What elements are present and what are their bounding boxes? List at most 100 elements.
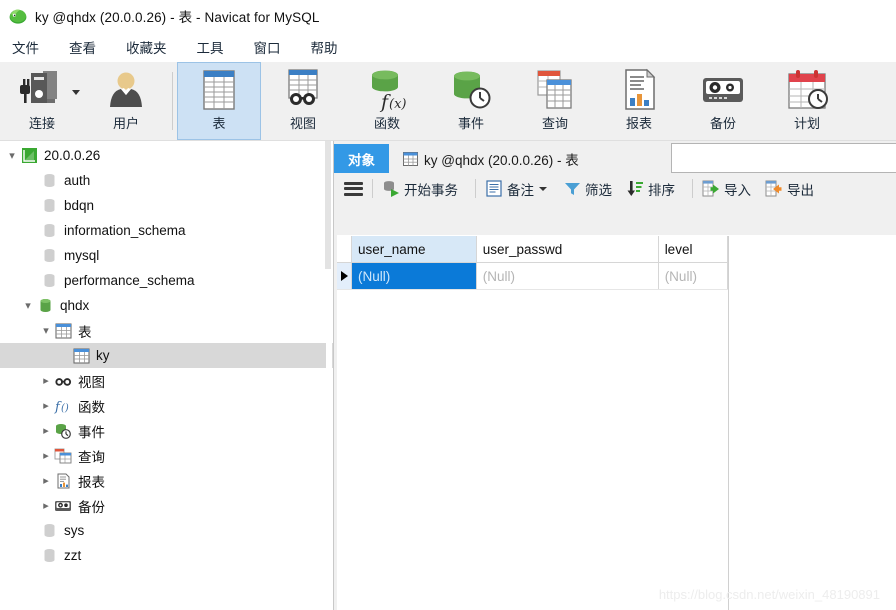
filter-label: 筛选 [585, 182, 612, 198]
database-icon [40, 247, 58, 265]
hamburger-glyph [344, 181, 363, 196]
tree-node-mysql[interactable]: mysql [0, 243, 333, 268]
tab-overflow-field[interactable] [671, 143, 896, 173]
navicat-logo-icon [8, 6, 28, 26]
connection-tree: ▾ 20.0.0.26 auth bdqn information_schema… [0, 141, 333, 568]
begin-transaction-icon [382, 180, 400, 198]
database-open-icon [36, 297, 54, 315]
tree-node-sys[interactable]: sys [0, 518, 333, 543]
export-label: 导出 [787, 182, 814, 198]
import-button[interactable]: 导入 [702, 179, 751, 199]
chevron-right-icon[interactable]: ▸ [38, 443, 54, 468]
tree-node-qhdx[interactable]: ▾ qhdx [0, 293, 333, 318]
chevron-down-icon[interactable]: ▾ [4, 143, 20, 168]
tab-table-ky[interactable]: ky @qhdx (20.0.0.26) - 表 [389, 144, 593, 173]
chevron-right-icon[interactable]: ▸ [38, 368, 54, 393]
database-icon [40, 547, 58, 565]
column-header-level[interactable]: level [658, 236, 729, 262]
menu-file[interactable]: 文件 [12, 37, 39, 57]
ribbon-button-connection[interactable]: 连接 [0, 62, 84, 140]
ribbon-button-function[interactable]: f (x) 函数 [345, 62, 429, 140]
ribbon-button-schedule[interactable]: 计划 [765, 62, 849, 140]
ribbon-label-event: 事件 [457, 116, 484, 131]
chevron-down-icon[interactable] [72, 90, 80, 95]
cell-user-name[interactable]: (Null) [352, 263, 477, 289]
view-folder-icon [54, 372, 72, 390]
tree-node-label: information_schema [64, 223, 186, 238]
table-row[interactable]: (Null) (Null) (Null) [337, 263, 729, 290]
table-folder-icon [54, 322, 72, 340]
tree-node-label: qhdx [60, 298, 90, 313]
table-icon [198, 68, 240, 112]
tree-node-tables-folder[interactable]: ▾ 表 [0, 318, 333, 343]
tree-node-queries-folder[interactable]: ▸ 查询 [0, 443, 333, 468]
cell-level[interactable]: (Null) [658, 263, 729, 289]
tree-node-reports-folder[interactable]: ▸ 报表 [0, 468, 333, 493]
menu-view[interactable]: 查看 [69, 37, 96, 57]
ribbon-label-function: 函数 [373, 116, 400, 131]
menu-tools[interactable]: 工具 [197, 37, 224, 57]
filter-button[interactable]: 筛选 [563, 179, 612, 199]
ribbon-toolbar: 连接 用户 表 视图 f (x) 函数 事件 查询 报表 备份 计划 [0, 62, 896, 141]
begin-transaction-label: 开始事务 [404, 182, 458, 198]
sidebar-scrollbar-thumb[interactable] [325, 141, 331, 269]
tree-node-performance-schema[interactable]: performance_schema [0, 268, 333, 293]
row-indicator-current[interactable] [337, 263, 352, 289]
hamburger-menu-icon[interactable] [344, 181, 363, 196]
tree-node-label: auth [64, 173, 91, 188]
ribbon-button-view[interactable]: 视图 [261, 62, 345, 140]
chevron-right-icon[interactable]: ▸ [38, 418, 54, 443]
ribbon-button-user[interactable]: 用户 [84, 62, 168, 140]
navicat-window: ky @qhdx (20.0.0.26) - 表 - Navicat for M… [0, 0, 896, 610]
menu-window[interactable]: 窗口 [254, 37, 281, 57]
tree-node-table-ky[interactable]: ky [0, 343, 333, 368]
chevron-down-icon[interactable]: ▾ [38, 318, 54, 343]
ribbon-button-event[interactable]: 事件 [429, 62, 513, 140]
tree-node-backups-folder[interactable]: ▸ 备份 [0, 493, 333, 518]
column-header-user-name[interactable]: user_name [352, 236, 477, 262]
tree-node-label: 备份 [78, 499, 105, 515]
view-icon [281, 68, 325, 112]
import-label: 导入 [724, 182, 751, 198]
tree-node-functions-folder[interactable]: ▸ f() 函数 [0, 393, 333, 418]
toolbar-separator [692, 179, 693, 198]
tree-node-connection[interactable]: ▾ 20.0.0.26 [0, 143, 333, 168]
ribbon-button-report[interactable]: 报表 [597, 62, 681, 140]
connection-icon [17, 68, 67, 112]
ribbon-button-table[interactable]: 表 [177, 62, 261, 140]
chevron-right-icon[interactable]: ▸ [38, 393, 54, 418]
export-button[interactable]: 导出 [765, 179, 814, 199]
tree-node-label: performance_schema [64, 273, 195, 288]
cell-user-passwd[interactable]: (Null) [476, 263, 659, 289]
ribbon-button-backup[interactable]: 备份 [681, 62, 765, 140]
menu-bar: 文件 查看 收藏夹 工具 窗口 帮助 [0, 32, 896, 62]
backup-icon [699, 68, 747, 112]
database-icon [40, 522, 58, 540]
sort-button[interactable]: 排序 [626, 179, 675, 199]
tree-node-views-folder[interactable]: ▸ 视图 [0, 368, 333, 393]
menu-help[interactable]: 帮助 [311, 37, 338, 57]
ribbon-button-query[interactable]: 查询 [513, 62, 597, 140]
ribbon-label-backup: 备份 [709, 116, 736, 131]
tab-objects[interactable]: 对象 [334, 144, 389, 173]
chevron-down-icon[interactable]: ▾ [20, 293, 36, 318]
sidebar-scrollbar[interactable] [325, 141, 332, 610]
tree-node-auth[interactable]: auth [0, 168, 333, 193]
event-folder-icon [54, 422, 72, 440]
database-icon [40, 222, 58, 240]
tree-node-events-folder[interactable]: ▸ 事件 [0, 418, 333, 443]
chevron-right-icon[interactable]: ▸ [38, 493, 54, 518]
ribbon-label-user: 用户 [112, 116, 139, 131]
chevron-down-icon[interactable] [539, 186, 547, 191]
tree-node-bdqn[interactable]: bdqn [0, 193, 333, 218]
note-button[interactable]: 备注 [485, 179, 547, 199]
tree-node-information-schema[interactable]: information_schema [0, 218, 333, 243]
column-header-user-passwd[interactable]: user_passwd [476, 236, 659, 262]
menu-favorites[interactable]: 收藏夹 [126, 37, 167, 57]
chevron-right-icon[interactable]: ▸ [38, 468, 54, 493]
filter-icon [563, 180, 581, 198]
tree-node-label: zzt [64, 548, 82, 563]
current-row-arrow-icon [340, 271, 348, 281]
begin-transaction-button[interactable]: 开始事务 [382, 179, 458, 199]
tree-node-zzt[interactable]: zzt [0, 543, 333, 568]
